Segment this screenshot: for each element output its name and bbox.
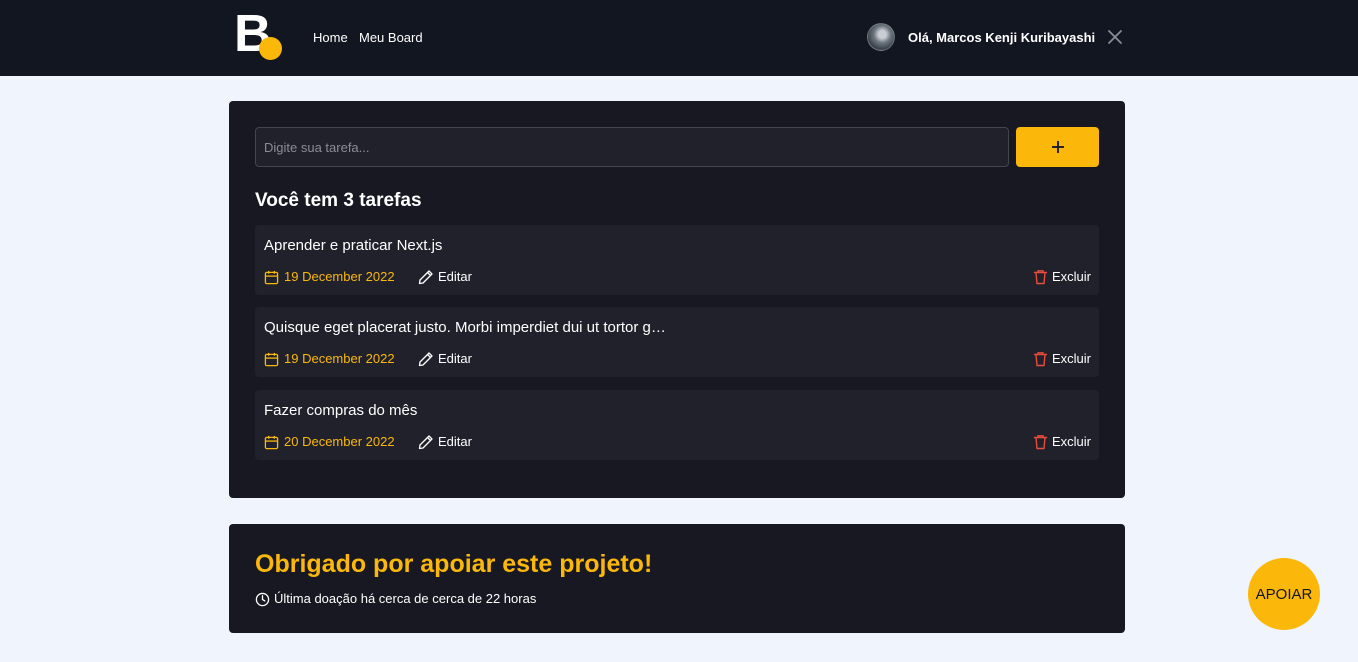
calendar-icon [264, 352, 279, 366]
close-icon[interactable] [1106, 28, 1124, 46]
edit-task-button[interactable]: Editar [418, 351, 472, 367]
task-date: 19 December 2022 [264, 351, 395, 367]
delete-task-button[interactable]: Excluir [1033, 269, 1091, 285]
edit-task-button[interactable]: Editar [418, 434, 472, 450]
pencil-icon [418, 270, 433, 285]
task-date: 20 December 2022 [264, 434, 395, 450]
trash-icon [1033, 435, 1048, 450]
task-count: Você tem 3 tarefas [255, 190, 422, 211]
support-title: Obrigado por apoiar este projeto! [255, 550, 653, 578]
support-button[interactable]: APOIAR [1248, 558, 1320, 630]
user-greeting: Olá, Marcos Kenji Kuribayashi [908, 30, 1096, 45]
trash-icon [1033, 352, 1048, 367]
top-header: B Home Meu Board Olá, Marcos Kenji Kurib… [0, 0, 1358, 76]
clock-icon [255, 592, 270, 606]
task-date-text: 19 December 2022 [284, 351, 395, 366]
calendar-icon [264, 270, 279, 284]
delete-task-button[interactable]: Excluir [1033, 351, 1091, 367]
logo-dot [259, 37, 282, 60]
edit-label: Editar [438, 351, 472, 366]
pencil-icon [418, 435, 433, 450]
calendar-icon [264, 435, 279, 449]
add-task-button[interactable] [1016, 127, 1099, 167]
task-title: Quisque eget placerat justo. Morbi imper… [264, 319, 666, 336]
nav-home-link[interactable]: Home [313, 30, 348, 45]
last-donation-text: Última doação há cerca de cerca de 22 ho… [274, 591, 537, 606]
task-date-text: 20 December 2022 [284, 434, 395, 449]
delete-label: Excluir [1051, 351, 1091, 366]
nav-meu-board-link[interactable]: Meu Board [359, 30, 423, 45]
edit-label: Editar [438, 434, 472, 449]
delete-label: Excluir [1051, 434, 1091, 449]
task-input[interactable] [255, 127, 1009, 167]
task-board: Você tem 3 tarefas Aprender e praticar N… [229, 101, 1125, 498]
edit-label: Editar [438, 269, 472, 284]
task-title: Fazer compras do mês [264, 402, 418, 419]
task-date: 19 December 2022 [264, 269, 395, 285]
task-item: Quisque eget placerat justo. Morbi imper… [255, 307, 1099, 377]
trash-icon [1033, 270, 1048, 285]
task-date-text: 19 December 2022 [284, 269, 395, 284]
avatar [867, 23, 895, 51]
task-item: Aprender e praticar Next.js 19 December … [255, 225, 1099, 295]
delete-label: Excluir [1051, 269, 1091, 284]
support-card: Obrigado por apoiar este projeto! Última… [229, 524, 1125, 633]
plus-icon [1051, 141, 1064, 153]
task-item: Fazer compras do mês 20 December 2022 Ed… [255, 390, 1099, 460]
delete-task-button[interactable]: Excluir [1033, 434, 1091, 450]
edit-task-button[interactable]: Editar [418, 269, 472, 285]
pencil-icon [418, 352, 433, 367]
task-title: Aprender e praticar Next.js [264, 237, 443, 254]
last-donation: Última doação há cerca de cerca de 22 ho… [255, 591, 536, 607]
